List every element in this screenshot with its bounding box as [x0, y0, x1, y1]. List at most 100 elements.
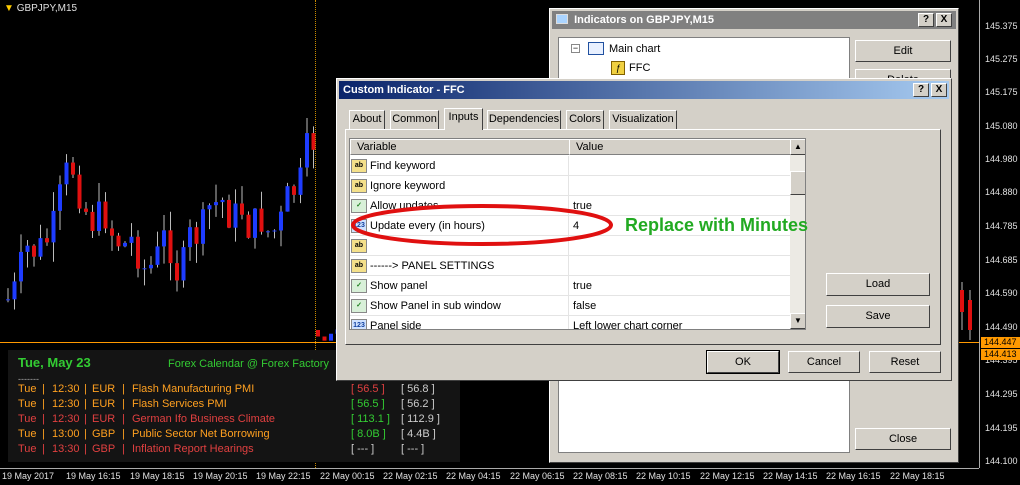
candle-body — [110, 228, 114, 236]
tree-item-ffc[interactable]: FFC — [629, 62, 650, 74]
tab-colors[interactable]: Colors — [566, 110, 604, 129]
bool-type-icon: ✓ — [351, 279, 367, 293]
candle-body — [6, 299, 10, 301]
calendar-separator-bar: | — [84, 398, 87, 410]
cancel-button[interactable]: Cancel — [788, 351, 860, 373]
time-tick-label: 19 May 2017 — [2, 471, 55, 481]
input-row[interactable]: ab Find keyword — [350, 156, 790, 176]
input-value-cell[interactable]: Left lower chart corner — [573, 320, 682, 329]
input-row[interactable]: ab ------> PANEL SETTINGS — [350, 256, 790, 276]
calendar-separator-bar: | — [122, 398, 125, 410]
candle-body — [58, 184, 62, 211]
calendar-v2: [ --- ] — [401, 443, 425, 455]
input-variable-name: Panel side — [370, 320, 422, 330]
price-tick-label: 144.590 — [985, 288, 1018, 298]
tree-collapse-icon[interactable]: − — [571, 44, 580, 53]
calendar-time: 12:30 — [52, 398, 80, 410]
scroll-down-arrow[interactable]: ▼ — [790, 313, 805, 329]
bid-price-tag: 144.447 — [981, 337, 1020, 348]
scroll-up-arrow[interactable]: ▲ — [790, 139, 805, 155]
price-tick-label: 144.685 — [985, 255, 1018, 265]
calendar-v1: [ --- ] — [351, 443, 375, 455]
tree-item-main-chart[interactable]: Main chart — [609, 43, 660, 55]
calendar-v2: [ 56.2 ] — [401, 398, 435, 410]
price-tick-label: 144.490 — [985, 322, 1018, 332]
help-button[interactable]: ? — [913, 83, 929, 97]
input-row[interactable]: ab Ignore keyword — [350, 176, 790, 196]
string-type-icon: ab — [351, 159, 367, 173]
calendar-separator-bar: | — [84, 443, 87, 455]
calendar-event-row: Tue | 13:00 | GBP | Public Sector Net Borrowin… — [18, 428, 458, 443]
candle-body — [329, 333, 333, 341]
candle-body — [32, 245, 36, 257]
annotation-text: Replace with Minutes — [625, 215, 809, 235]
calendar-cur: EUR — [92, 383, 116, 395]
input-row[interactable]: ✓ Show panel true — [350, 276, 790, 296]
calendar-separator-bar: | — [122, 443, 125, 455]
candle-body — [227, 199, 231, 228]
reset-button[interactable]: Reset — [869, 351, 941, 373]
calendar-day: Tue — [18, 383, 37, 395]
candle-body — [259, 208, 264, 232]
candle-body — [207, 205, 212, 210]
input-value-cell[interactable]: false — [573, 300, 596, 312]
string-type-icon: ab — [351, 259, 367, 273]
tab-about[interactable]: About — [349, 110, 385, 129]
candle-body — [162, 230, 166, 247]
input-value-cell[interactable]: true — [573, 280, 592, 292]
column-header-variable[interactable]: Variable — [350, 139, 570, 155]
tab-visualization[interactable]: Visualization — [609, 110, 677, 129]
save-button[interactable]: Save — [826, 305, 930, 328]
column-header-value[interactable]: Value — [569, 139, 791, 155]
close-dialog-button[interactable]: Close — [855, 428, 951, 450]
input-row[interactable]: ✓ Show Panel in sub window false — [350, 296, 790, 316]
candle-body — [298, 167, 303, 195]
price-tick-label: 144.880 — [985, 187, 1018, 197]
candle-body — [136, 236, 140, 269]
number-type-icon: 123 — [351, 319, 367, 329]
custom-indicator-titlebar[interactable]: Custom Indicator - FFC — [339, 81, 949, 99]
tab-inputs[interactable]: Inputs — [444, 108, 483, 130]
calendar-cur: EUR — [92, 413, 116, 425]
calendar-event: Public Sector Net Borrowing — [132, 428, 270, 440]
calendar-time: 13:30 — [52, 443, 80, 455]
tab-common[interactable]: Common — [390, 110, 439, 129]
candle-body — [960, 290, 964, 312]
indicators-window-titlebar[interactable]: Indicators on GBPJPY,M15 — [552, 11, 956, 29]
candle-body — [253, 208, 257, 238]
candle-body — [64, 162, 69, 185]
candle-body — [116, 235, 121, 247]
edit-button[interactable]: Edit — [855, 40, 951, 62]
candle-body — [12, 281, 17, 300]
calendar-brand: Forex Calendar @ Forex Factory — [168, 358, 329, 370]
calendar-separator-bar: | — [84, 428, 87, 440]
close-button[interactable]: X — [936, 13, 952, 27]
candle-body — [155, 246, 160, 265]
scroll-thumb[interactable] — [790, 171, 805, 195]
help-button[interactable]: ? — [918, 13, 934, 27]
calendar-day: Tue — [18, 413, 37, 425]
load-button[interactable]: Load — [826, 273, 930, 296]
candle-body — [19, 251, 23, 282]
calendar-cur: GBP — [92, 428, 116, 440]
candle-body — [181, 247, 186, 281]
calendar-date: Tue, May 23 — [18, 355, 91, 370]
input-variable-name: Find keyword — [370, 160, 436, 172]
time-tick-label: 22 May 08:15 — [573, 471, 628, 481]
calendar-day: Tue — [18, 398, 37, 410]
calendar-separator-bar: | — [84, 383, 87, 395]
candle-body — [316, 330, 320, 337]
time-tick-label: 22 May 10:15 — [636, 471, 691, 481]
candle-body — [45, 238, 49, 243]
calendar-day: Tue — [18, 443, 37, 455]
close-button[interactable]: X — [931, 83, 947, 97]
candle-body — [246, 214, 251, 238]
input-row[interactable]: 123 Panel side Left lower chart corner — [350, 316, 790, 330]
ok-button[interactable]: OK — [706, 350, 780, 374]
price-tick-label: 145.175 — [985, 87, 1018, 97]
price-tick-label: 145.275 — [985, 54, 1018, 64]
tab-dependencies[interactable]: Dependencies — [487, 110, 561, 129]
time-tick-label: 22 May 00:15 — [320, 471, 375, 481]
calendar-event: German Ifo Business Climate — [132, 413, 276, 425]
price-tick-label: 144.980 — [985, 154, 1018, 164]
